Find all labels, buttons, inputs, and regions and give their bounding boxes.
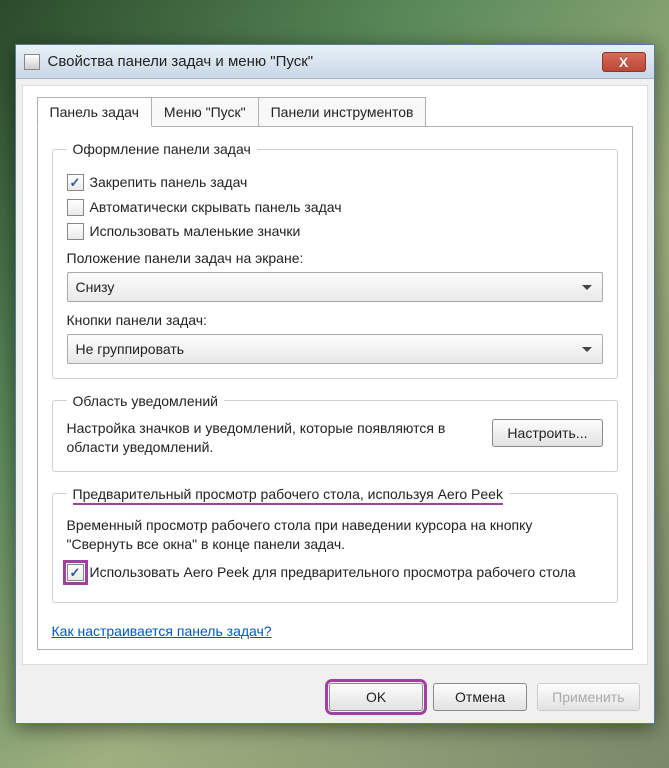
position-select[interactable]: Снизу: [67, 272, 603, 302]
dialog-content: Панель задач Меню "Пуск" Панели инструме…: [22, 85, 648, 664]
close-button[interactable]: X: [602, 52, 646, 72]
app-icon: [24, 54, 40, 70]
notifications-legend: Область уведомлений: [67, 393, 225, 409]
aeropeek-group: Предварительный просмотр рабочего стола,…: [52, 486, 618, 603]
aeropeek-legend: Предварительный просмотр рабочего стола,…: [67, 486, 509, 502]
close-icon: X: [619, 54, 628, 70]
position-label: Положение панели задач на экране:: [67, 250, 603, 266]
dialog-footer: OK Отмена Применить: [16, 671, 654, 723]
tab-toolbars[interactable]: Панели инструментов: [258, 97, 427, 127]
buttons-label: Кнопки панели задач:: [67, 312, 603, 328]
apply-button[interactable]: Применить: [537, 683, 639, 711]
autohide-row: Автоматически скрывать панель задач: [67, 198, 603, 216]
tab-strip: Панель задач Меню "Пуск" Панели инструме…: [37, 97, 633, 127]
titlebar: Свойства панели задач и меню "Пуск" X: [16, 45, 654, 79]
aeropeek-label: Использовать Aero Peek для предварительн…: [90, 563, 576, 581]
autohide-checkbox[interactable]: [67, 199, 84, 216]
autohide-label: Автоматически скрывать панель задач: [90, 198, 342, 216]
tab-startmenu[interactable]: Меню "Пуск": [151, 97, 259, 127]
position-value: Снизу: [76, 279, 115, 295]
notifications-desc: Настройка значков и уведомлений, которые…: [67, 419, 481, 457]
lock-label: Закрепить панель задач: [90, 173, 248, 191]
tab-taskbar[interactable]: Панель задач: [37, 97, 152, 127]
notifications-group: Область уведомлений Настройка значков и …: [52, 393, 618, 472]
smallicons-checkbox[interactable]: [67, 223, 84, 240]
window-title: Свойства панели задач и меню "Пуск": [48, 53, 602, 70]
smallicons-row: Использовать маленькие значки: [67, 222, 603, 240]
lock-row: Закрепить панель задач: [67, 173, 603, 191]
customize-button[interactable]: Настроить...: [492, 419, 602, 447]
appearance-legend: Оформление панели задач: [67, 141, 257, 157]
buttons-select[interactable]: Не группировать: [67, 334, 603, 364]
appearance-group: Оформление панели задач Закрепить панель…: [52, 141, 618, 379]
lock-checkbox[interactable]: [67, 174, 84, 191]
buttons-value: Не группировать: [76, 341, 185, 357]
aeropeek-checkbox[interactable]: [67, 564, 84, 581]
aeropeek-row: Использовать Aero Peek для предварительн…: [67, 563, 603, 581]
tab-panel-taskbar: Оформление панели задач Закрепить панель…: [37, 126, 633, 649]
smallicons-label: Использовать маленькие значки: [90, 222, 301, 240]
properties-dialog: Свойства панели задач и меню "Пуск" X Па…: [15, 44, 655, 723]
help-link[interactable]: Как настраивается панель задач?: [52, 623, 272, 639]
cancel-button[interactable]: Отмена: [433, 683, 527, 711]
aeropeek-desc: Временный просмотр рабочего стола при на…: [67, 516, 603, 554]
ok-button[interactable]: OK: [329, 683, 423, 711]
